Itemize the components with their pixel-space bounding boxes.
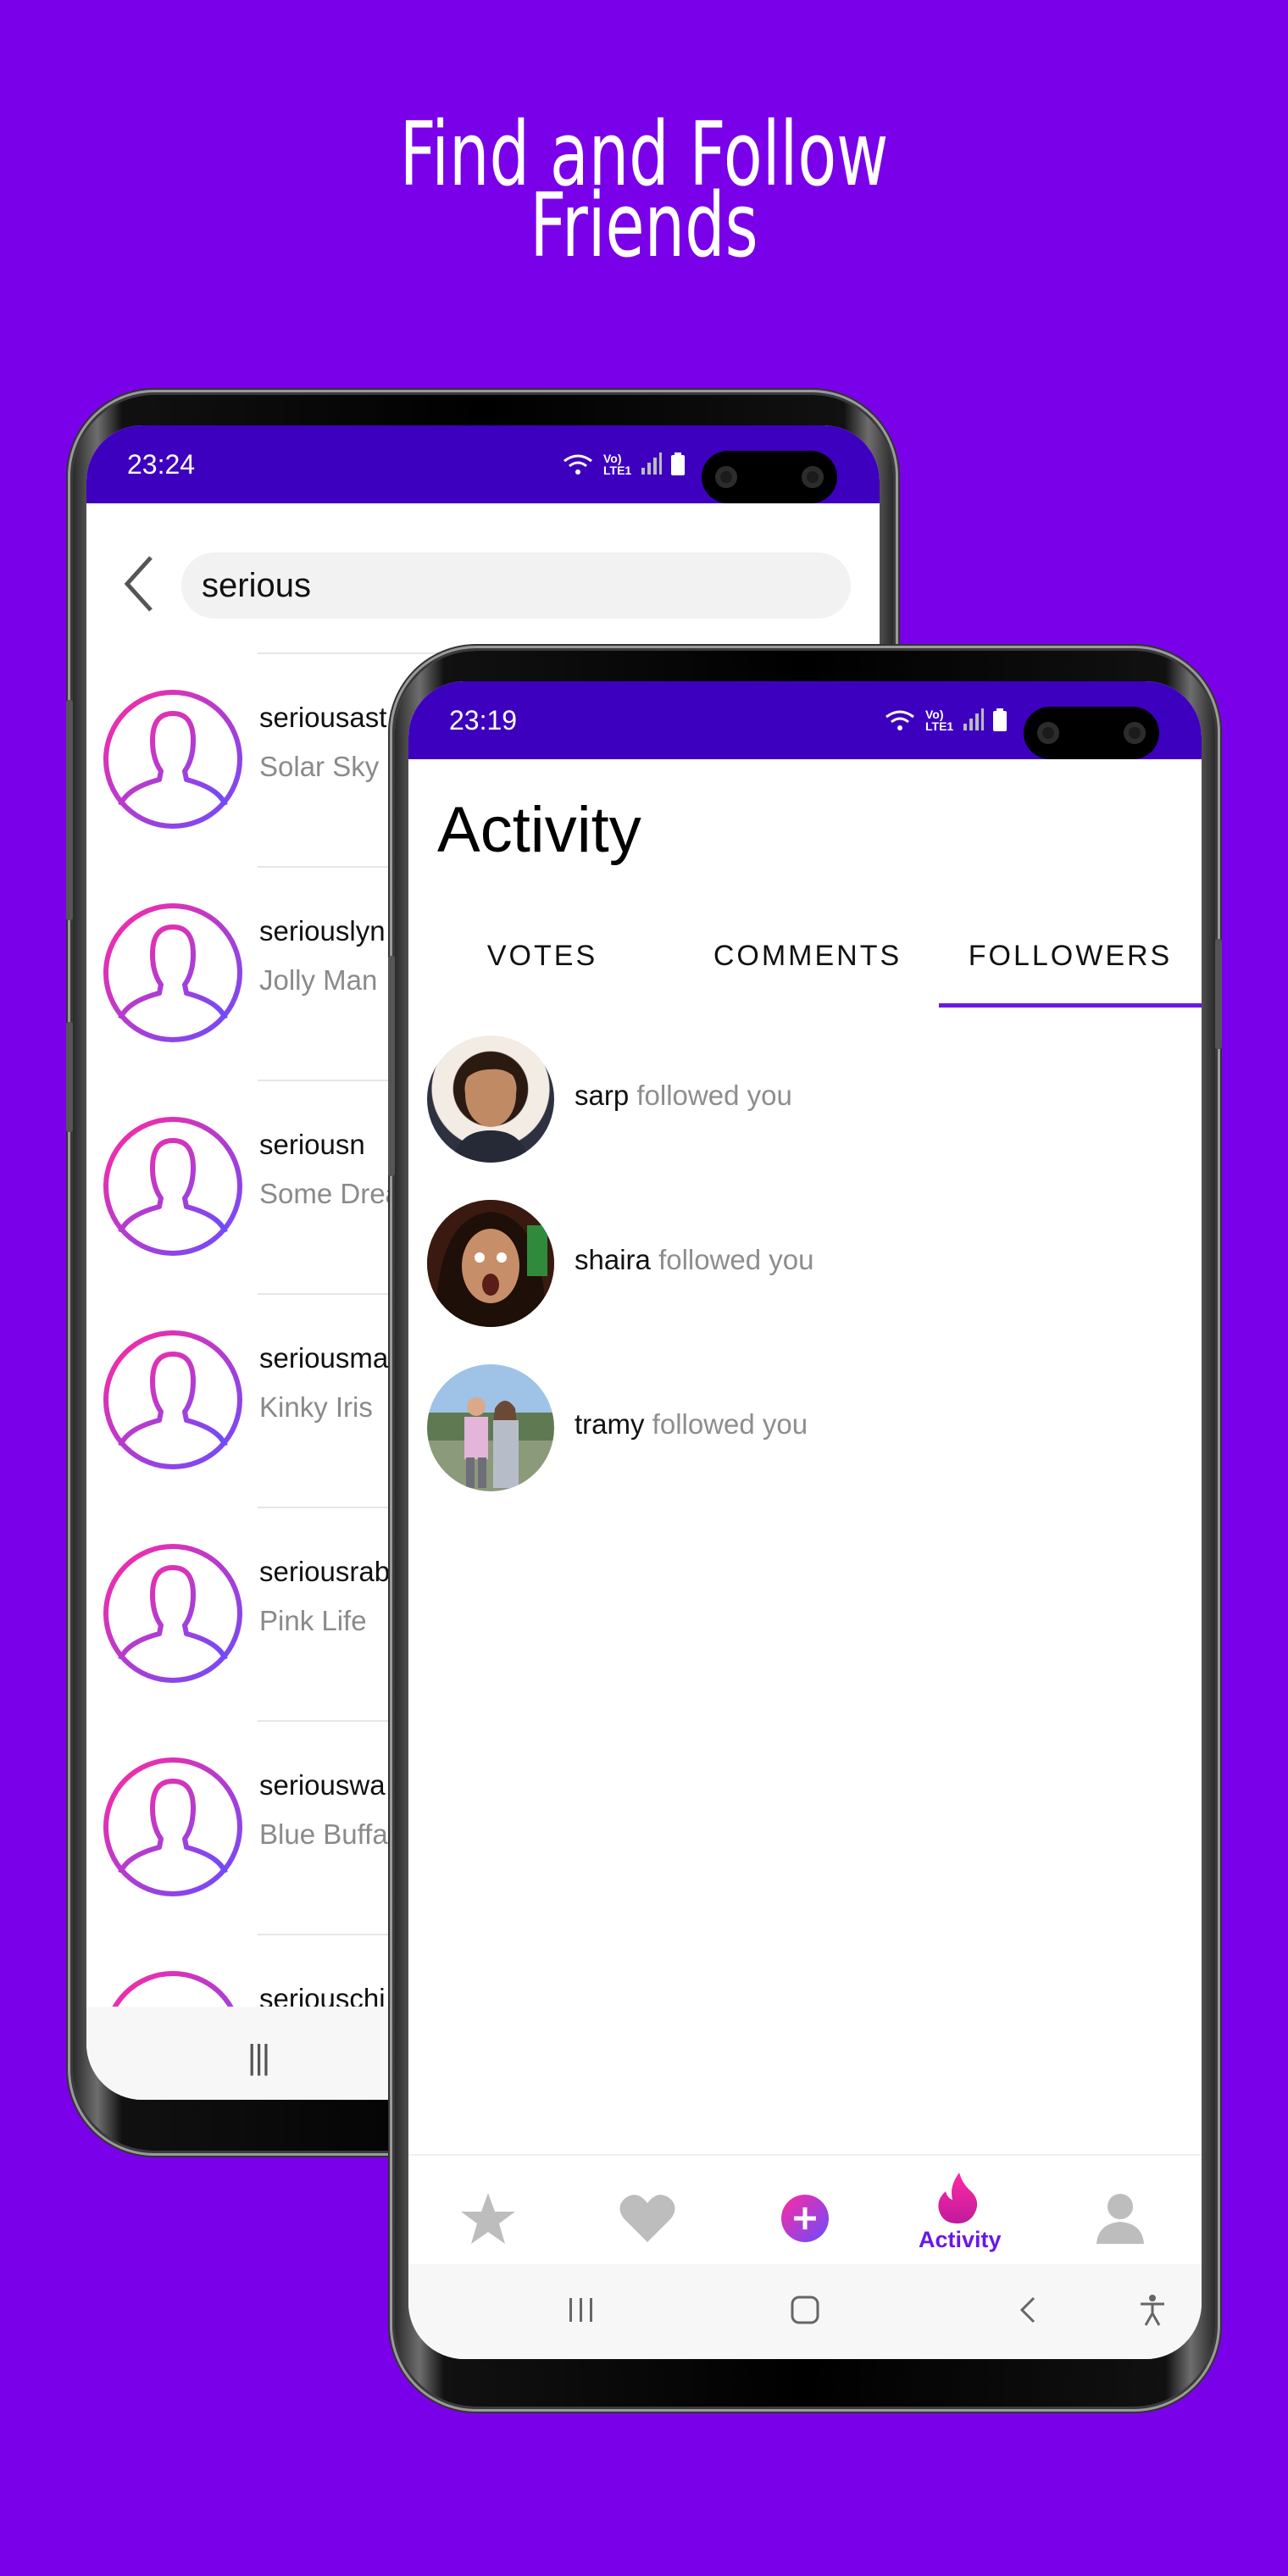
volte-icon: Vo) LTE1 (925, 708, 954, 733)
active-tab-indicator (939, 1003, 1202, 1008)
follower-action: followed you (658, 1244, 814, 1275)
page-title: Activity (437, 794, 641, 866)
follower-name[interactable]: shaira (575, 1244, 651, 1275)
avatar[interactable] (427, 1200, 554, 1327)
status-icons: Vo) LTE1 (561, 451, 686, 478)
wifi-icon (886, 710, 914, 730)
result-username: seriousma (259, 1342, 389, 1374)
result-username: seriousrab (259, 1556, 391, 1587)
bixby-button (66, 1022, 73, 1132)
follower-name[interactable]: sarp (575, 1080, 629, 1111)
result-fullname: Solar Sky (259, 751, 380, 782)
default-avatar-icon (103, 1330, 242, 1469)
camera-cutout (1024, 707, 1159, 759)
back-arrow-icon[interactable] (122, 554, 156, 613)
result-username: seriousn (259, 1129, 365, 1160)
volume-button (66, 700, 73, 920)
default-avatar-icon (103, 1544, 242, 1683)
bottom-tab-bar: Activity (408, 2154, 1202, 2266)
follower-action: followed you (636, 1080, 792, 1111)
person-photo-icon (427, 1200, 554, 1327)
follower-name[interactable]: tramy (575, 1408, 645, 1440)
wifi-icon (564, 454, 592, 475)
star-icon[interactable] (454, 2185, 522, 2252)
status-time: 23:19 (449, 705, 518, 736)
activity-tabs: VOTES COMMENTS FOLLOWERS (408, 927, 1202, 1008)
back-icon[interactable] (1012, 2293, 1046, 2327)
search-input[interactable]: serious (181, 552, 851, 619)
camera-cutout (702, 451, 837, 503)
heart-icon[interactable] (613, 2185, 681, 2252)
follower-text: shaira followed you (575, 1244, 814, 1276)
person-photo-icon (452, 1055, 529, 1163)
profile-icon[interactable] (1086, 2185, 1154, 2252)
default-avatar-icon (103, 690, 242, 829)
recent-apps-icon[interactable]: ||| (247, 2039, 270, 2077)
result-fullname: Pink Life (259, 1605, 367, 1636)
volte-icon: Vo) LTE1 (603, 452, 632, 477)
search-header: serious (86, 503, 880, 622)
follower-action: followed you (652, 1408, 808, 1440)
signal-icon (963, 708, 985, 730)
signal-icon (641, 452, 663, 475)
tab-votes[interactable]: VOTES (408, 927, 676, 1008)
flame-icon[interactable] (929, 2171, 988, 2225)
headline-line-2: Friends (530, 174, 758, 277)
result-fullname: Kinky Iris (259, 1391, 373, 1423)
recent-apps-icon[interactable] (564, 2293, 598, 2327)
status-bar: 23:19 Vo) LTE1 (408, 681, 1202, 759)
power-button (1215, 939, 1222, 1049)
follower-row[interactable]: shaira followed you (408, 1180, 1202, 1344)
default-avatar-icon (103, 903, 242, 1042)
status-bar: 23:24 Vo) LTE1 (86, 425, 880, 503)
headline: Find and Follow Friends (180, 110, 1108, 277)
follower-text: tramy followed you (575, 1408, 808, 1441)
result-username: seriouslyn (259, 915, 386, 947)
tab-comments[interactable]: COMMENTS (676, 927, 939, 1008)
people-photo-icon (464, 1397, 519, 1488)
tab-activity-label[interactable]: Activity (919, 2227, 1002, 2253)
volume-button (388, 956, 395, 1176)
result-fullname: Jolly Man (259, 964, 378, 996)
status-time: 23:24 (127, 449, 196, 480)
result-fullname: Blue Buffa (259, 1818, 388, 1850)
result-username: seriousast (259, 702, 387, 733)
front-screen: 23:19 Vo) LTE1 Activity VOTES COMMENTS FO… (408, 681, 1202, 2359)
plus-icon[interactable] (771, 2185, 839, 2252)
home-icon[interactable] (788, 2293, 822, 2327)
avatar[interactable] (427, 1364, 554, 1491)
avatar[interactable] (427, 1035, 554, 1163)
tab-followers[interactable]: FOLLOWERS (939, 927, 1202, 1008)
status-icons: Vo) LTE1 (883, 707, 1008, 734)
accessibility-icon[interactable] (1135, 2293, 1169, 2327)
follower-row[interactable]: sarp followed you (408, 1015, 1202, 1180)
default-avatar-icon (103, 1757, 242, 1896)
default-avatar-icon (103, 1117, 242, 1256)
battery-icon (993, 708, 1008, 731)
battery-icon (671, 452, 686, 475)
system-nav-bar (408, 2264, 1202, 2359)
result-username: seriouswa (259, 1769, 386, 1801)
result-fullname: Some Drea (259, 1178, 401, 1209)
front-phone: 23:19 Vo) LTE1 Activity VOTES COMMENTS FO… (388, 651, 1222, 2407)
follower-row[interactable]: tramy followed you (408, 1344, 1202, 1508)
follower-text: sarp followed you (575, 1080, 792, 1112)
